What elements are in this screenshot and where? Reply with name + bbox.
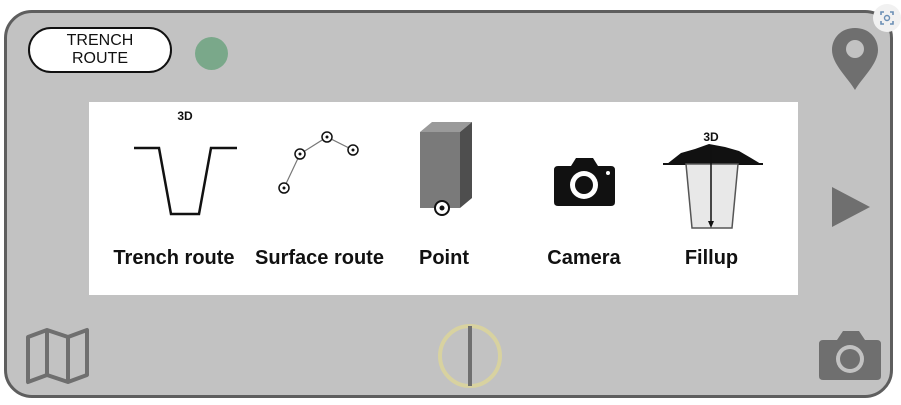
camera-label: Camera (547, 247, 621, 269)
device-frame: TRENCH ROUTE 3D Trench route Surface rou… (4, 10, 893, 398)
play-button[interactable] (829, 183, 873, 231)
fillup-icon: 3D (663, 130, 763, 229)
camera-button[interactable] (817, 328, 883, 382)
trench-icon: 3D (134, 109, 237, 216)
surface-route-icon (278, 131, 359, 194)
route-mode-line1: TRENCH (66, 32, 134, 49)
tool-trench-route[interactable]: 3D Trench route (104, 102, 244, 295)
map-icon (26, 328, 89, 384)
route-mode-line2: ROUTE (72, 50, 128, 67)
capture-ring-button[interactable] (436, 322, 504, 390)
play-icon (832, 187, 870, 227)
location-pin-button[interactable] (830, 26, 880, 92)
point-box-icon (420, 122, 472, 216)
tool-panel: 3D Trench route Surface route Point Came… (89, 102, 798, 295)
camera-icon (819, 331, 881, 380)
tool-camera[interactable]: Camera (529, 102, 639, 295)
scan-badge-button[interactable] (873, 4, 901, 32)
tool-surface-route[interactable]: Surface route (247, 102, 392, 295)
capture-ring-icon (438, 324, 502, 388)
tool-point[interactable]: Point (394, 102, 494, 295)
location-pin-icon (832, 28, 878, 90)
trench-3d-badge: 3D (177, 109, 193, 123)
trench-route-mode-button[interactable]: TRENCH ROUTE (28, 27, 172, 73)
tool-fillup[interactable]: 3D Fillup (659, 102, 764, 295)
map-button[interactable] (25, 327, 91, 385)
camera-icon (554, 158, 615, 206)
trench-route-label: Trench route (113, 247, 235, 269)
surface-route-label: Surface route (255, 247, 384, 269)
scan-icon (880, 11, 894, 25)
fillup-3d-badge: 3D (703, 130, 719, 144)
point-label: Point (419, 247, 469, 269)
fillup-label: Fillup (684, 247, 739, 269)
status-indicator (195, 37, 228, 70)
